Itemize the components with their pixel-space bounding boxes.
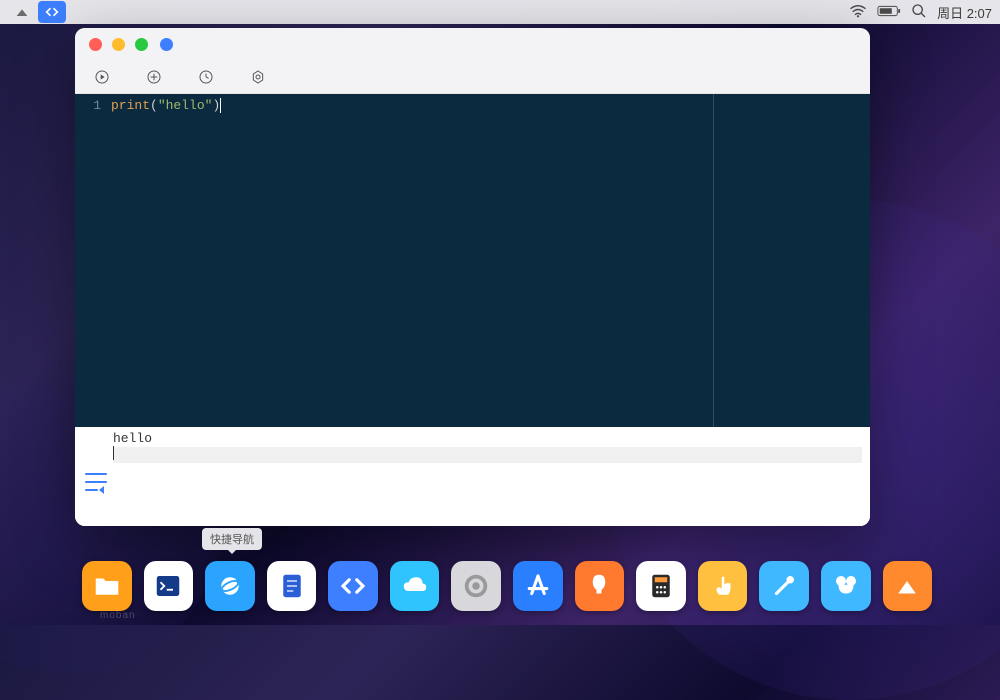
menubar-app-icon[interactable] — [8, 1, 36, 23]
dock-touch-icon[interactable] — [698, 561, 748, 611]
dock-app-store-icon[interactable] — [513, 561, 563, 611]
dock-terminal-icon[interactable] — [144, 561, 194, 611]
history-button[interactable] — [197, 68, 215, 86]
panel-toggle-button[interactable] — [85, 473, 107, 491]
code-area[interactable]: print("hello") — [109, 94, 870, 427]
minimize-button[interactable] — [112, 38, 125, 51]
close-button[interactable] — [89, 38, 102, 51]
dock-files-icon[interactable] — [82, 561, 132, 611]
search-icon[interactable] — [911, 3, 927, 22]
dock — [72, 555, 942, 617]
line-number: 1 — [75, 98, 101, 113]
code-token-paren: ) — [212, 98, 220, 113]
dock-code-icon[interactable] — [328, 561, 378, 611]
battery-icon[interactable] — [877, 5, 901, 20]
extra-window-button[interactable] — [160, 38, 173, 51]
editor-cursor — [220, 98, 221, 113]
editor-ruler — [713, 94, 714, 427]
code-runner-window: 1 print("hello") hello — [75, 28, 870, 526]
window-titlebar — [75, 28, 870, 60]
settings-button[interactable] — [249, 68, 267, 86]
output-highlight — [113, 447, 862, 463]
wifi-icon[interactable] — [849, 4, 867, 21]
dock-system-settings-icon[interactable] — [451, 561, 501, 611]
maximize-button[interactable] — [135, 38, 148, 51]
dock-browser-icon[interactable] — [205, 561, 255, 611]
code-token-str: "hello" — [158, 98, 213, 113]
editor-toolbar — [75, 60, 870, 94]
dock-tips-icon[interactable] — [575, 561, 625, 611]
dock-calculator-icon[interactable] — [636, 561, 686, 611]
dock-home-icon[interactable] — [883, 561, 933, 611]
dock-games-icon[interactable] — [821, 561, 871, 611]
code-editor[interactable]: 1 print("hello") — [75, 94, 870, 427]
dock-cloud-icon[interactable] — [390, 561, 440, 611]
line-gutter: 1 — [75, 94, 109, 427]
system-menubar: 周日 2:07 — [0, 0, 1000, 24]
clock-text[interactable]: 周日 2:07 — [937, 3, 992, 22]
menubar-code-icon[interactable] — [38, 1, 66, 23]
watermark-text: moban — [100, 610, 136, 621]
run-button[interactable] — [93, 68, 111, 86]
add-button[interactable] — [145, 68, 163, 86]
code-token-paren: ( — [150, 98, 158, 113]
dock-notes-icon[interactable] — [267, 561, 317, 611]
dock-tooltip: 快捷导航 — [202, 528, 262, 550]
code-token-fn: print — [111, 98, 150, 113]
output-panel[interactable]: hello — [75, 427, 870, 526]
dock-tools-icon[interactable] — [759, 561, 809, 611]
output-line: hello — [113, 431, 870, 446]
